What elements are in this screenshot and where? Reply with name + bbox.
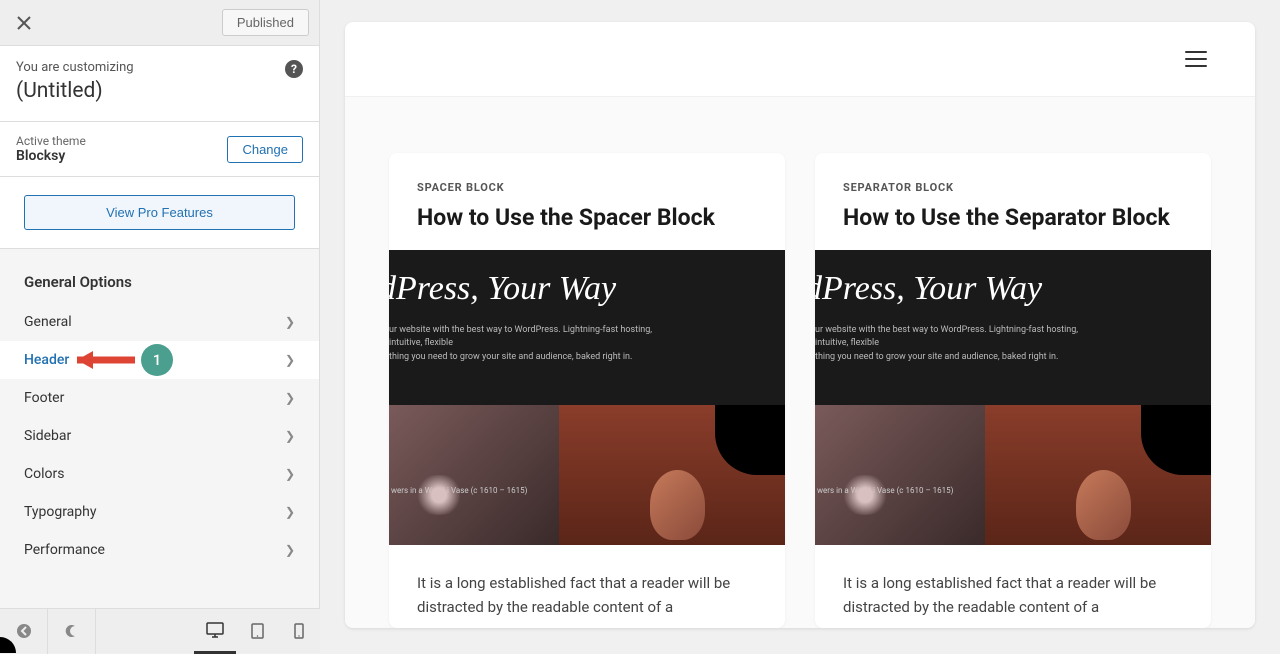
- image-subtext: ur website with the best way to WordPres…: [815, 324, 1108, 365]
- card-image: dPress, Your Way ur website with the bes…: [815, 250, 1211, 545]
- mobile-icon[interactable]: [278, 609, 320, 654]
- tablet-icon[interactable]: [236, 609, 278, 654]
- nav-general[interactable]: General ❯: [0, 303, 319, 341]
- card-category: SPACER BLOCK: [417, 181, 757, 194]
- pro-section: View Pro Features: [0, 177, 319, 249]
- nav-label: General: [24, 314, 72, 330]
- general-options-heading: General Options: [0, 249, 319, 303]
- change-theme-button[interactable]: Change: [227, 136, 303, 163]
- card-body: It is a long established fact that a rea…: [389, 545, 785, 628]
- image-bottom: wers in a Wan-Li Vase (c 1610 – 1615): [815, 405, 1211, 545]
- customizing-title: (Untitled): [16, 79, 303, 103]
- chevron-right-icon: ❯: [285, 315, 295, 329]
- theme-info: Active theme Blocksy: [16, 134, 86, 164]
- theme-label: Active theme: [16, 134, 86, 148]
- flowers-caption: wers in a Wan-Li Vase (c 1610 – 1615): [817, 486, 953, 495]
- nav-typography[interactable]: Typography ❯: [0, 493, 319, 531]
- dark-mode-icon[interactable]: [48, 609, 96, 654]
- card-header: SPACER BLOCK How to Use the Spacer Block: [389, 153, 785, 250]
- image-flowers: wers in a Wan-Li Vase (c 1610 – 1615): [389, 405, 559, 545]
- device-switcher: [194, 609, 320, 654]
- chevron-right-icon: ❯: [285, 353, 295, 367]
- customizing-label: You are customizing: [16, 60, 303, 75]
- theme-name: Blocksy: [16, 148, 86, 164]
- close-button[interactable]: [10, 9, 38, 37]
- nav-performance[interactable]: Performance ❯: [0, 531, 319, 569]
- desktop-icon[interactable]: [194, 609, 236, 654]
- nav-label: Header: [24, 352, 69, 368]
- customizing-section: You are customizing (Untitled) ?: [0, 46, 319, 122]
- chevron-right-icon: ❯: [285, 505, 295, 519]
- post-card[interactable]: SEPARATOR BLOCK How to Use the Separator…: [815, 153, 1211, 628]
- card-category: SEPARATOR BLOCK: [843, 181, 1183, 194]
- chevron-right-icon: ❯: [285, 543, 295, 557]
- card-header: SEPARATOR BLOCK How to Use the Separator…: [815, 153, 1211, 250]
- image-person: [559, 405, 785, 545]
- chevron-right-icon: ❯: [285, 391, 295, 405]
- view-pro-button[interactable]: View Pro Features: [24, 195, 295, 230]
- card-title: How to Use the Separator Block: [843, 204, 1183, 232]
- nav-label: Typography: [24, 504, 96, 520]
- nav-footer[interactable]: Footer ❯: [0, 379, 319, 417]
- image-person: [985, 405, 1211, 545]
- annotation-badge: 1: [141, 344, 173, 376]
- theme-section: Active theme Blocksy Change: [0, 122, 319, 177]
- help-icon[interactable]: ?: [285, 60, 303, 78]
- hamburger-icon[interactable]: [1185, 51, 1207, 67]
- card-body: It is a long established fact that a rea…: [815, 545, 1211, 628]
- preview-body: SPACER BLOCK How to Use the Spacer Block…: [345, 97, 1255, 628]
- image-headline: dPress, Your Way: [389, 270, 616, 308]
- nav-label: Sidebar: [24, 428, 71, 444]
- chevron-right-icon: ❯: [285, 467, 295, 481]
- preview-frame: SPACER BLOCK How to Use the Spacer Block…: [345, 22, 1255, 628]
- flowers-caption: wers in a Wan-Li Vase (c 1610 – 1615): [391, 486, 527, 495]
- annotation-arrow: 1: [75, 344, 173, 376]
- nav-header[interactable]: Header 1 ❯: [0, 341, 319, 379]
- card-title: How to Use the Spacer Block: [417, 204, 757, 232]
- nav-sidebar[interactable]: Sidebar ❯: [0, 417, 319, 455]
- card-text: It is a long established fact that a rea…: [417, 571, 757, 619]
- image-subtext: ur website with the best way to WordPres…: [389, 324, 682, 365]
- card-text: It is a long established fact that a rea…: [843, 571, 1183, 619]
- post-card[interactable]: SPACER BLOCK How to Use the Spacer Block…: [389, 153, 785, 628]
- nav-label: Colors: [24, 466, 64, 482]
- image-bottom: wers in a Wan-Li Vase (c 1610 – 1615): [389, 405, 785, 545]
- top-bar: Published: [0, 0, 319, 46]
- preview-header: [345, 22, 1255, 97]
- image-headline: dPress, Your Way: [815, 270, 1042, 308]
- chevron-right-icon: ❯: [285, 429, 295, 443]
- nav-label: Footer: [24, 390, 64, 406]
- image-flowers: wers in a Wan-Li Vase (c 1610 – 1615): [815, 405, 985, 545]
- publish-button[interactable]: Published: [222, 9, 309, 36]
- bottom-bar: [0, 608, 320, 653]
- nav-colors[interactable]: Colors ❯: [0, 455, 319, 493]
- customizer-sidebar: Published You are customizing (Untitled)…: [0, 0, 320, 608]
- card-image: dPress, Your Way ur website with the bes…: [389, 250, 785, 545]
- nav-label: Performance: [24, 542, 105, 558]
